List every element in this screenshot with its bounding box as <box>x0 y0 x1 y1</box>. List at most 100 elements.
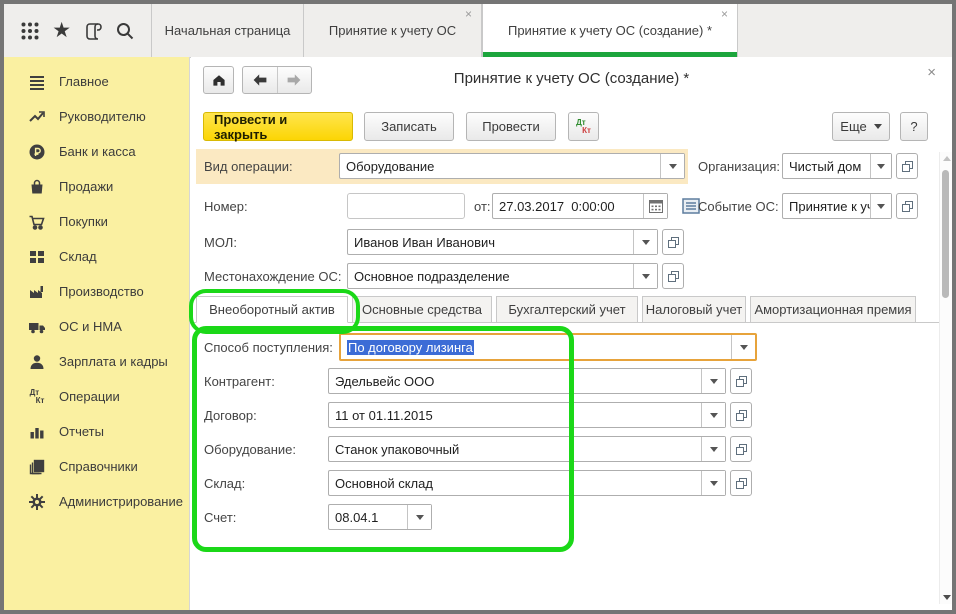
favorites-star-icon[interactable]: ★ <box>49 18 75 44</box>
organization-label: Организация: <box>698 159 780 174</box>
number-input[interactable] <box>347 193 465 219</box>
help-button[interactable]: ? <box>900 112 928 141</box>
tab-depreciation-premium[interactable]: Амортизационная премия <box>750 296 916 323</box>
mol-open-button[interactable] <box>662 229 684 255</box>
sidebar-item-fixed-assets[interactable]: ОС и НМА <box>4 309 189 344</box>
tab-label: Принятие к учету ОС <box>329 23 456 38</box>
sidebar-item-purchases[interactable]: Покупки <box>4 204 189 239</box>
save-button[interactable]: Записать <box>364 112 454 141</box>
sidebar-item-catalogs[interactable]: Справочники <box>4 449 189 484</box>
home-button[interactable] <box>203 66 234 94</box>
post-and-close-button[interactable]: Провести и закрыть <box>203 112 353 141</box>
sidebar-item-manager[interactable]: Руководителю <box>4 99 189 134</box>
dropdown-button[interactable] <box>701 437 725 461</box>
more-button[interactable]: Еще <box>832 112 890 141</box>
forward-arrow-icon <box>286 73 302 87</box>
organization-select[interactable]: Чистый дом <box>782 153 892 179</box>
tab-label: Принятие к учету ОС (создание) * <box>508 23 712 38</box>
dropdown-button[interactable] <box>731 335 755 359</box>
os-event-open-button[interactable] <box>896 193 918 219</box>
chevron-down-icon <box>740 345 748 350</box>
sidebar-item-operations[interactable]: ДтКт Операции <box>4 379 189 414</box>
warehouse-open-button[interactable] <box>730 470 752 496</box>
vertical-scrollbar[interactable] <box>939 152 952 604</box>
tab-os-acceptance-list[interactable]: Принятие к учету ОС × <box>304 4 482 57</box>
close-icon[interactable]: × <box>465 9 472 19</box>
post-button[interactable]: Провести <box>466 112 556 141</box>
close-icon[interactable]: × <box>721 9 728 19</box>
sidebar-item-administration[interactable]: Администрирование <box>4 484 189 519</box>
sidebar-item-label: Руководителю <box>59 109 146 124</box>
history-scroll-icon[interactable] <box>80 18 106 44</box>
mol-select[interactable]: Иванов Иван Иванович <box>347 229 658 255</box>
open-icon <box>735 443 748 456</box>
sidebar-item-label: Главное <box>59 74 109 89</box>
sidebar-item-reports[interactable]: Отчеты <box>4 414 189 449</box>
sidebar-item-hr[interactable]: Зарплата и кадры <box>4 344 189 379</box>
location-open-button[interactable] <box>662 263 684 289</box>
forward-button[interactable] <box>278 67 312 93</box>
dropdown-button[interactable] <box>660 154 684 178</box>
dropdown-button[interactable] <box>870 154 891 178</box>
chevron-down-icon <box>710 379 718 384</box>
operations-dtkt-icon: ДтКт <box>26 387 48 407</box>
number-label: Номер: <box>204 199 248 214</box>
selected-text: По договору лизинга <box>347 340 474 355</box>
scrollbar-thumb[interactable] <box>942 170 949 298</box>
date-label: от: <box>474 199 491 214</box>
reports-chart-icon <box>26 422 48 442</box>
date-input[interactable]: 27.03.2017 0:00:00 <box>492 193 668 219</box>
receipt-method-select[interactable]: По договору лизинга <box>339 333 757 361</box>
app-window: ★ Начальная страница Принятие к учету ОС… <box>0 0 956 614</box>
contract-select[interactable]: 11 от 01.11.2015 <box>328 402 726 428</box>
os-event-select[interactable]: Принятие к учету <box>782 193 892 219</box>
manager-trend-icon <box>26 107 48 127</box>
sidebar-item-sales[interactable]: Продажи <box>4 169 189 204</box>
dropdown-button[interactable] <box>407 505 431 529</box>
dropdown-button[interactable] <box>701 369 725 393</box>
apps-menu-icon[interactable] <box>17 18 43 44</box>
sidebar-item-main[interactable]: Главное <box>4 64 189 99</box>
sidebar-item-label: Зарплата и кадры <box>59 354 168 369</box>
dropdown-button[interactable] <box>633 230 657 254</box>
tab-home-page[interactable]: Начальная страница <box>152 4 304 57</box>
sidebar-item-label: Производство <box>59 284 144 299</box>
dropdown-button[interactable] <box>633 264 657 288</box>
account-select[interactable]: 08.04.1 <box>328 504 432 530</box>
tab-fixed-assets[interactable]: Основные средства <box>352 296 492 323</box>
tab-os-acceptance-new[interactable]: Принятие к учету ОС (создание) * × <box>482 4 738 57</box>
chevron-down-icon <box>642 274 650 279</box>
admin-gear-icon <box>26 492 48 512</box>
sidebar-item-bank[interactable]: Банк и касса <box>4 134 189 169</box>
equipment-select[interactable]: Станок упаковочный <box>328 436 726 462</box>
warehouse-select[interactable]: Основной склад <box>328 470 726 496</box>
operation-kind-label: Вид операции: <box>204 159 293 174</box>
chevron-down-icon <box>669 164 677 169</box>
equipment-open-button[interactable] <box>730 436 752 462</box>
tab-accounting[interactable]: Бухгалтерский учет <box>496 296 638 323</box>
scroll-up-icon[interactable] <box>943 156 951 161</box>
dropdown-button[interactable] <box>701 471 725 495</box>
tab-noncurrent-asset[interactable]: Внеоборотный актив <box>196 296 348 323</box>
form-close-icon[interactable]: × <box>927 66 936 80</box>
open-icon <box>735 409 748 422</box>
chevron-down-icon <box>416 515 424 520</box>
back-button[interactable] <box>243 67 278 93</box>
sidebar-item-warehouse[interactable]: Склад <box>4 239 189 274</box>
sidebar-item-label: Администрирование <box>59 494 183 509</box>
location-select[interactable]: Основное подразделение <box>347 263 658 289</box>
dropdown-button[interactable] <box>870 194 891 218</box>
operation-kind-select[interactable]: Оборудование <box>339 153 685 179</box>
calendar-button[interactable] <box>643 194 667 218</box>
search-icon[interactable] <box>112 18 138 44</box>
show-postings-button[interactable]: Дт Кт <box>568 112 599 141</box>
contract-open-button[interactable] <box>730 402 752 428</box>
tab-tax-accounting[interactable]: Налоговый учет <box>642 296 746 323</box>
contractor-open-button[interactable] <box>730 368 752 394</box>
sidebar-item-production[interactable]: Производство <box>4 274 189 309</box>
organization-open-button[interactable] <box>896 153 918 179</box>
scroll-down-icon[interactable] <box>943 595 951 600</box>
tab-label: Начальная страница <box>165 23 291 38</box>
dropdown-button[interactable] <box>701 403 725 427</box>
contractor-select[interactable]: Эдельвейс ООО <box>328 368 726 394</box>
